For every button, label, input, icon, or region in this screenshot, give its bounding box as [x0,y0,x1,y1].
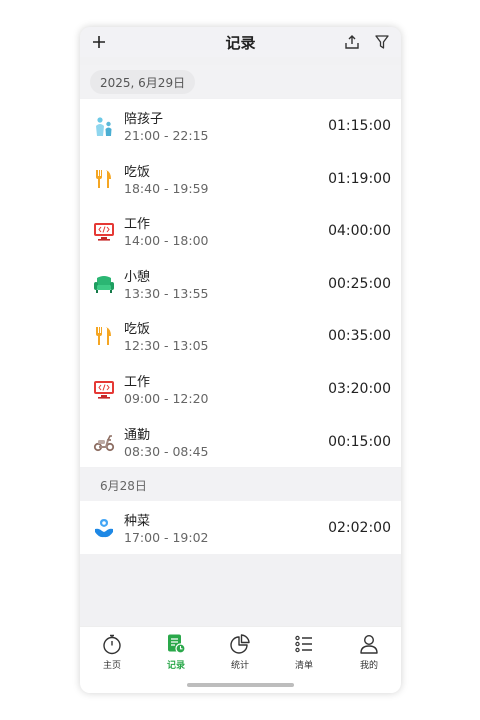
fork-knife-icon [96,169,111,188]
activity-name: 吃饭 [124,322,151,338]
tab-label: 统计 [230,661,249,671]
record-item[interactable]: 通勤 08:30 - 08:45 00:15:00 [80,415,401,468]
duration: 00:35:00 [328,328,391,345]
phone-screen: 记录 2025, 6月29日 陪孩子 21:00 - 22:15 01:15:0… [80,27,401,693]
duration: 03:20:00 [328,380,391,397]
activity-name: 吃饭 [124,164,151,180]
date-header: 6月28日 [80,468,401,501]
record-item[interactable]: 小憩 13:30 - 13:55 00:25:00 [80,257,401,310]
tab-label: 我的 [359,661,378,671]
activity-name: 陪孩子 [124,112,164,127]
time-range: 18:40 - 19:59 [124,180,209,196]
record-item[interactable]: 吃饭 18:40 - 19:59 01:19:00 [80,152,401,205]
tab-label: 主页 [102,661,121,671]
parent-child-icon [96,117,112,136]
activity-name: 工作 [124,374,151,390]
bottom-tab-bar: 主页 记录 统计 清单 我的 [80,626,401,693]
stopwatch-icon [103,634,121,655]
record-item[interactable]: 种菜 17:00 - 19:02 02:02:00 [80,501,401,554]
record-list: 陪孩子 21:00 - 22:15 01:15:00 吃饭 18:40 - 19… [80,99,401,468]
tab-home[interactable]: 主页 [87,633,137,673]
fork-knife-icon [96,327,111,346]
filter-funnel-icon [375,35,389,49]
page-title: 记录 [225,33,256,52]
home-indicator [187,683,294,687]
add-button[interactable] [88,31,110,53]
checklist-icon [295,635,312,653]
tab-label: 记录 [166,661,185,671]
record-list: 种菜 17:00 - 19:02 02:02:00 [80,501,401,554]
export-button[interactable] [341,31,363,53]
duration: 01:15:00 [328,118,391,134]
duration: 02:02:00 [328,520,391,536]
time-range: 14:00 - 18:00 [124,233,209,249]
activity-name: 工作 [124,217,151,233]
record-doc-icon [168,634,186,654]
scooter-icon [93,434,115,451]
date-header: 2025, 6月29日 [80,65,401,98]
tab-list[interactable]: 清单 [279,633,329,673]
activity-name: 通勤 [124,427,151,443]
plant-hand-icon [95,519,113,538]
date-label: 2025, 6月29日 [90,70,196,94]
pie-chart-icon [230,634,250,654]
time-range: 12:30 - 13:05 [124,338,209,354]
record-item[interactable]: 吃饭 12:30 - 13:05 00:35:00 [80,309,401,362]
date-label: 6月28日 [100,479,147,493]
time-range: 13:30 - 13:55 [124,285,209,301]
tab-profile[interactable]: 我的 [344,633,394,673]
record-item[interactable]: 陪孩子 21:00 - 22:15 01:15:00 [80,99,401,152]
duration: 04:00:00 [328,223,391,240]
activity-name: 小憩 [124,269,151,285]
monitor-code-icon [94,223,114,241]
tab-records[interactable]: 记录 [151,633,201,673]
share-upload-icon [345,35,359,49]
armchair-icon [94,275,114,293]
record-item[interactable]: 工作 09:00 - 12:20 03:20:00 [80,362,401,415]
duration: 00:25:00 [328,275,391,292]
record-item[interactable]: 工作 14:00 - 18:00 04:00:00 [80,204,401,257]
tab-label: 清单 [294,661,313,671]
person-icon [360,634,378,654]
plus-icon [93,36,105,48]
top-bar: 记录 [80,27,401,57]
time-range: 21:00 - 22:15 [124,128,209,143]
time-range: 09:00 - 12:20 [124,390,209,406]
duration: 00:15:00 [328,433,391,450]
monitor-code-icon [94,380,114,399]
activity-name: 种菜 [124,514,151,529]
time-range: 17:00 - 19:02 [124,530,209,545]
filter-button[interactable] [371,31,393,53]
duration: 01:19:00 [328,170,391,187]
tab-stats[interactable]: 统计 [215,633,265,673]
time-range: 08:30 - 08:45 [124,443,209,459]
